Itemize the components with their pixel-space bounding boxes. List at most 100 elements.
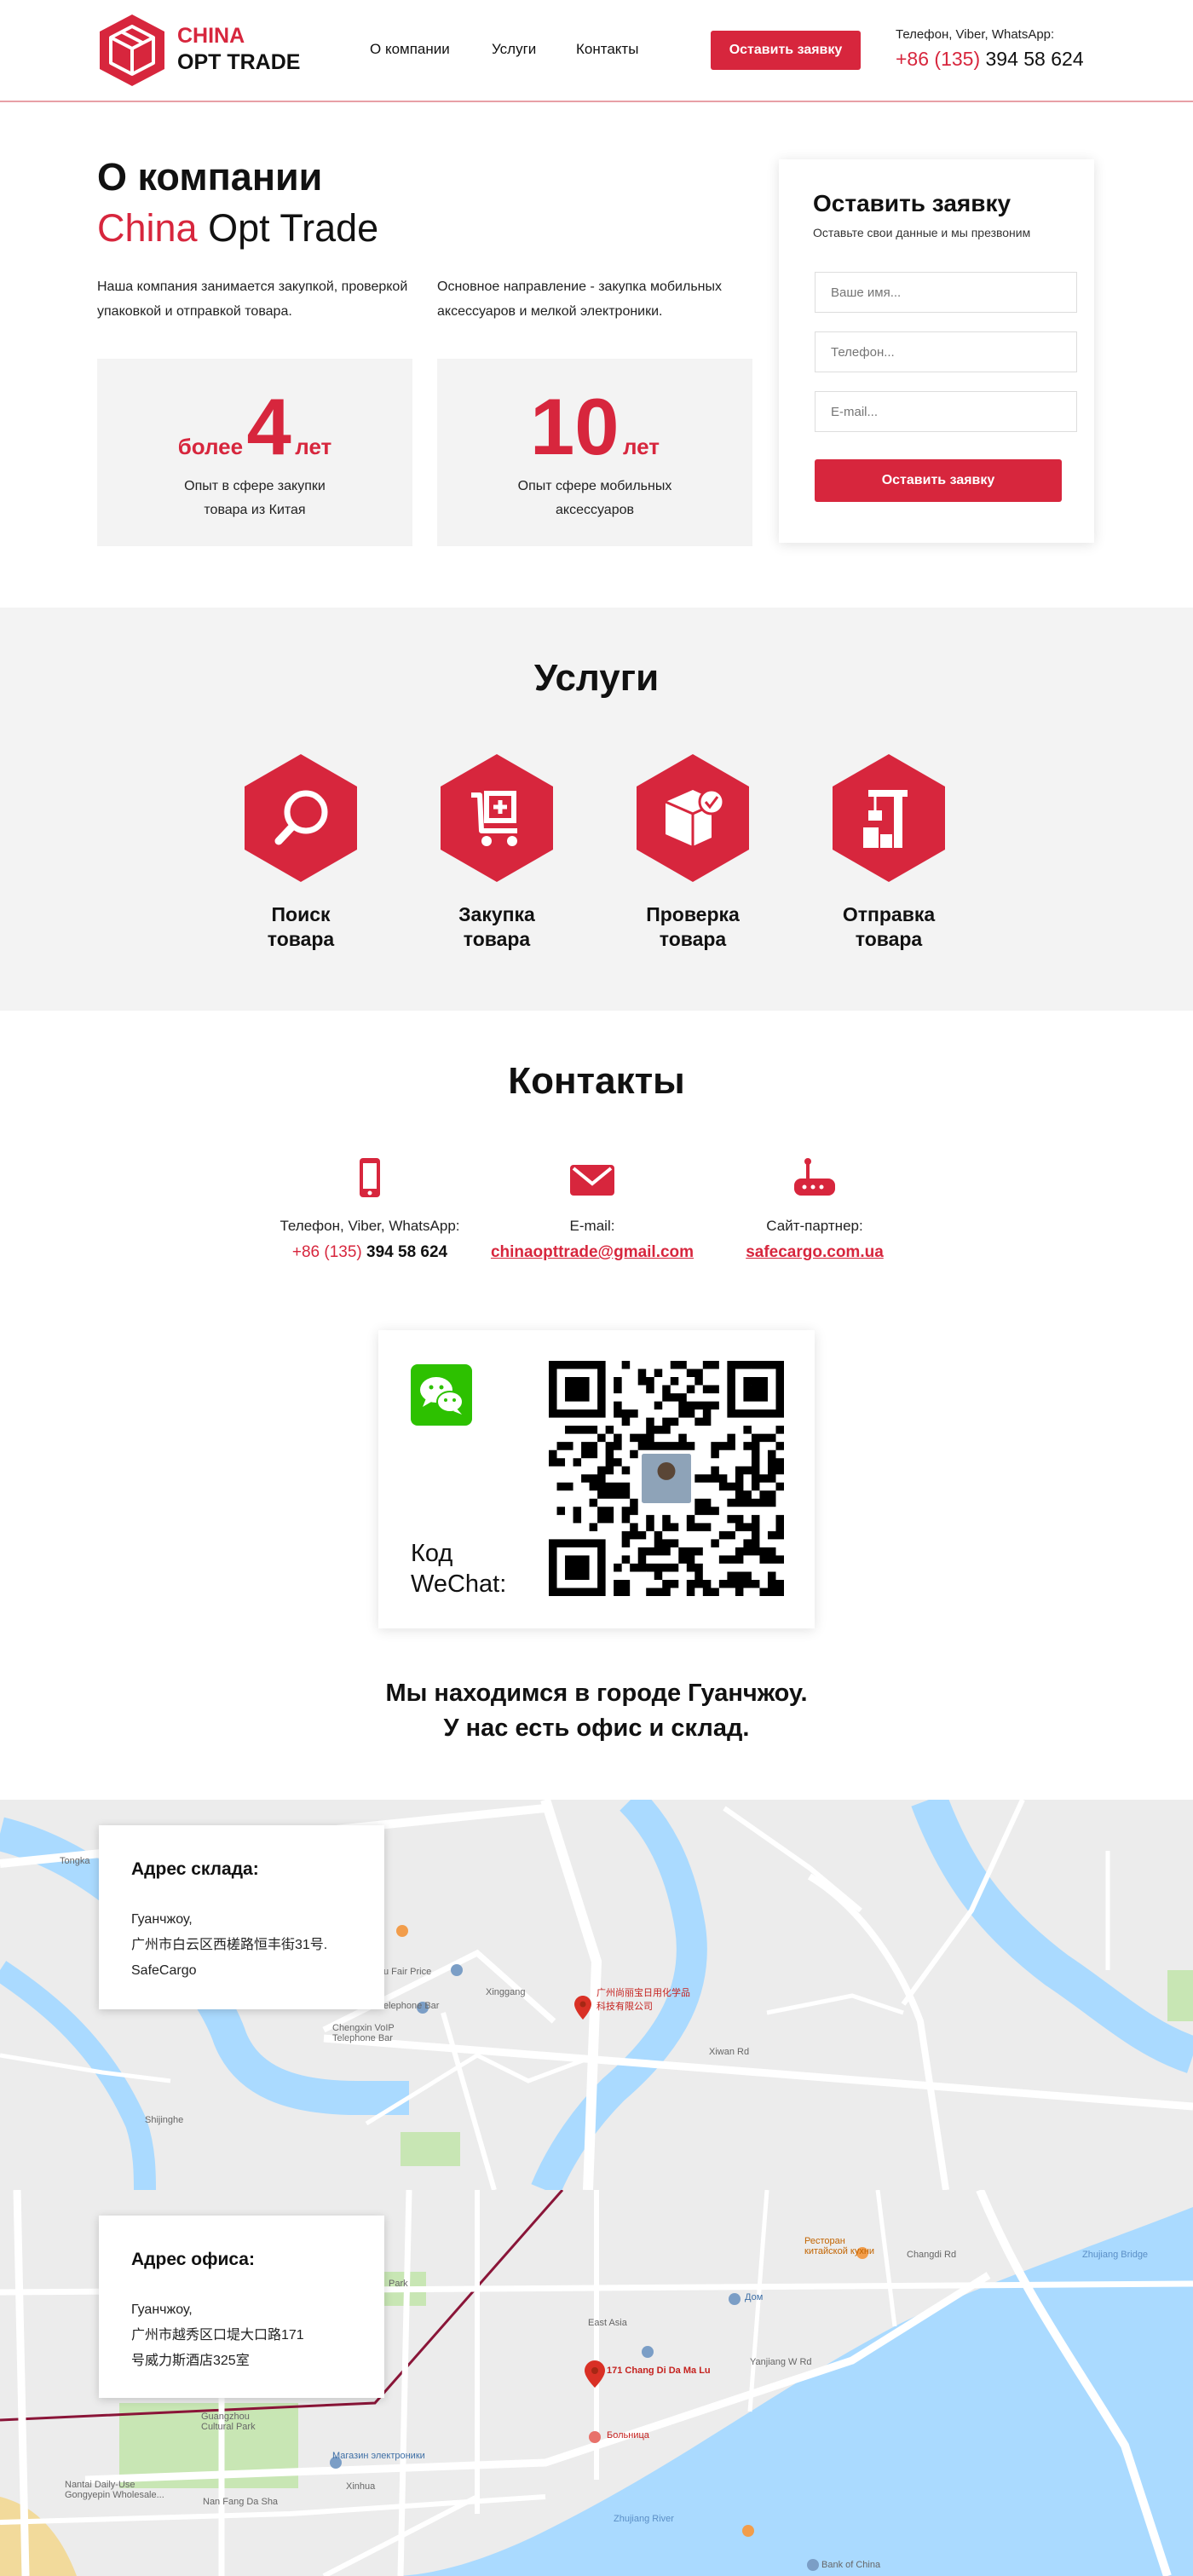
header-phone-label: Телефон, Viber, WhatsApp: (896, 27, 1055, 42)
map2-label-restaurant: Ресторан китайской кухни (804, 2236, 875, 2256)
map2-label-east-asia: East Asia (588, 2318, 627, 2328)
email-input[interactable] (815, 391, 1077, 432)
about-paragraph-1: Наша компания занимается закупкой, прове… (97, 279, 408, 319)
form-subtitle: Оставьте свои данные и мы презвоним (813, 226, 1031, 239)
office-address-line1: Гуанчжоу, (131, 2302, 193, 2317)
map2-label-yanjiang: Yanjiang W Rd (750, 2357, 812, 2367)
service-label-line2: товара (463, 928, 531, 950)
name-input[interactable] (815, 272, 1077, 313)
form-submit-button[interactable]: Оставить заявку (815, 459, 1062, 502)
request-form-card: Оставить заявку Оставьте свои данные и м… (779, 159, 1094, 543)
warehouse-address-line2: 广州市白云区西槎路恒丰街31号. (131, 1938, 328, 1952)
about-title-brand: China (97, 206, 198, 250)
stat-caption: Опыт сфере мобильных аксессуаров (517, 479, 672, 517)
warehouse-address-line1: Гуанчжоу, (131, 1912, 193, 1927)
header-request-button[interactable]: Оставить заявку (711, 31, 861, 70)
map2-label-dom: Дом (745, 2292, 764, 2302)
office-map[interactable]: 171 Chang Di Da Ma Lu Ресторан китайской… (0, 2190, 1193, 2576)
box-check-icon (637, 754, 749, 882)
map1-label-chengxin: Chengxin VoIP Telephone Bar (332, 2023, 395, 2043)
wechat-qr-code (549, 1361, 784, 1596)
stat-value: более 4 лет (97, 384, 412, 470)
map2-label-changdi: Changdi Rd (907, 2250, 957, 2260)
contact-phone: Телефон, Viber, WhatsApp: +86 (135) 394 … (242, 1156, 498, 1262)
map2-label-hospital: Больница (607, 2430, 649, 2441)
map2-label-nanfang: Nan Fang Da Sha (203, 2497, 279, 2507)
site-header: CHINA OPT TRADE О компании Услуги Контак… (0, 0, 1193, 102)
phone-input[interactable] (815, 331, 1077, 372)
contact-phone-prefix: +86 (135) (291, 1243, 362, 1261)
service-label-line2: товара (659, 928, 727, 950)
logo-text-china[interactable]: CHINA (177, 24, 245, 49)
map2-label-park: Park (389, 2279, 408, 2289)
logo-box-icon[interactable] (97, 12, 167, 89)
nav-link-services[interactable]: Услуги (492, 41, 536, 58)
qr-avatar-figure (657, 1461, 676, 1480)
city-line2: У нас есть офис и склад. (443, 1714, 750, 1742)
warehouse-address-card: Адрес склада: Гуанчжоу, 广州市白云区西槎路恒丰街31号.… (99, 1825, 384, 2009)
service-item-shipping[interactable]: Отправка товара (812, 752, 965, 952)
cart-icon (441, 754, 553, 882)
office-address-line3: 号威力斯酒店325室 (131, 2354, 250, 2368)
stat-card-mobile: 10 лет Опыт сфере мобильных аксессуаров (437, 359, 752, 546)
contact-partner: Сайт-партнер: safecargo.com.ua (687, 1156, 942, 1262)
contact-partner-link[interactable]: safecargo.com.ua (746, 1243, 884, 1261)
service-label-line1: Поиск (271, 903, 331, 925)
router-icon (794, 1158, 835, 1196)
about-title-line1: О компании (97, 155, 323, 199)
wechat-code-label-line2: WeChat: (411, 1570, 507, 1598)
map2-label-electronics: Магазин электроники (332, 2451, 425, 2461)
contact-phone-number: 394 58 624 (366, 1243, 448, 1261)
wechat-card: Код WeChat: (378, 1330, 815, 1628)
map1-label-tongka: Tongka (60, 1856, 90, 1866)
mail-icon (570, 1165, 614, 1196)
office-address-card: Адрес офиса: Гуанчжоу, 广州市越秀区口堤大口路171 号威… (99, 2216, 384, 2398)
warehouse-address-title: Адрес склада: (131, 1859, 259, 1879)
nav-link-contacts[interactable]: Контакты (576, 41, 638, 58)
services-section: Услуги Поиск товара Закупка товара Прове… (0, 608, 1193, 1011)
form-title: Оставить заявку (813, 190, 1011, 216)
service-item-search[interactable]: Поиск товара (224, 752, 377, 952)
service-item-inspection[interactable]: Проверка товара (616, 752, 769, 952)
contact-phone-value[interactable]: +86 (135) 394 58 624 (242, 1243, 498, 1262)
map2-label-xinhua: Xinhua (346, 2481, 376, 2492)
service-item-purchase[interactable]: Закупка товара (420, 752, 573, 952)
map1-label-xiwan: Xiwan Rd (709, 2047, 750, 2057)
header-phone[interactable]: +86 (135) 394 58 624 (896, 48, 1084, 71)
stat-prefix: более (177, 434, 244, 459)
contact-partner-label: Сайт-партнер: (766, 1218, 863, 1234)
logo-text-opt-trade[interactable]: OPT TRADE (177, 50, 300, 75)
map2-label-pin: 171 Chang Di Da Ma Lu (607, 2366, 711, 2376)
about-title: О компании China Opt Trade (97, 152, 378, 254)
stat-suffix: лет (622, 434, 660, 459)
stat-suffix: лет (295, 434, 332, 459)
phone-icon (360, 1158, 380, 1197)
warehouse-address-line3: SafeCargo (131, 1963, 197, 1978)
contacts-title: Контакты (508, 1060, 685, 1102)
services-title: Услуги (533, 657, 660, 699)
header-phone-prefix: +86 (135) (896, 48, 981, 70)
stat-caption: Опыт в сфере закупки товара из Китая (184, 479, 326, 517)
crane-icon (833, 754, 945, 882)
map2-label-bank: Bank of China (821, 2560, 881, 2570)
contact-phone-label: Телефон, Viber, WhatsApp: (280, 1218, 460, 1234)
about-paragraph-2: Основное направление - закупка мобильных… (437, 279, 722, 319)
map1-label-xinggang: Xinggang (486, 1987, 526, 1997)
header-phone-number: 394 58 624 (985, 48, 1084, 70)
contact-email-link[interactable]: chinaopttrade@gmail.com (491, 1243, 694, 1261)
office-address-line2: 广州市越秀区口堤大口路171 (131, 2328, 304, 2343)
wechat-code-label-line1: Код (411, 1540, 453, 1567)
service-label-line1: Проверка (646, 903, 740, 925)
nav-link-about[interactable]: О компании (370, 41, 450, 58)
stat-card-experience: более 4 лет Опыт в сфере закупки товара … (97, 359, 412, 546)
map1-label-shijinghe: Shijinghe (145, 2115, 184, 2125)
city-text: Мы находимся в городе Гуанчжоу. У нас ес… (0, 1676, 1193, 1746)
map2-label-zhujiang-river: Zhujiang River (614, 2514, 674, 2524)
warehouse-map[interactable]: Tongka 广州尚丽宝日用化学品科技有限公司 u Fair Price ele… (0, 1800, 1193, 2190)
stat-number: 10 (529, 382, 620, 471)
about-title-rest: Opt Trade (208, 206, 379, 250)
map1-label-telephone-bar: elephone Bar (383, 2001, 440, 2011)
stat-value: 10 лет (437, 384, 752, 470)
office-address-title: Адрес офиса: (131, 2250, 255, 2269)
wechat-logo-icon (411, 1364, 472, 1426)
